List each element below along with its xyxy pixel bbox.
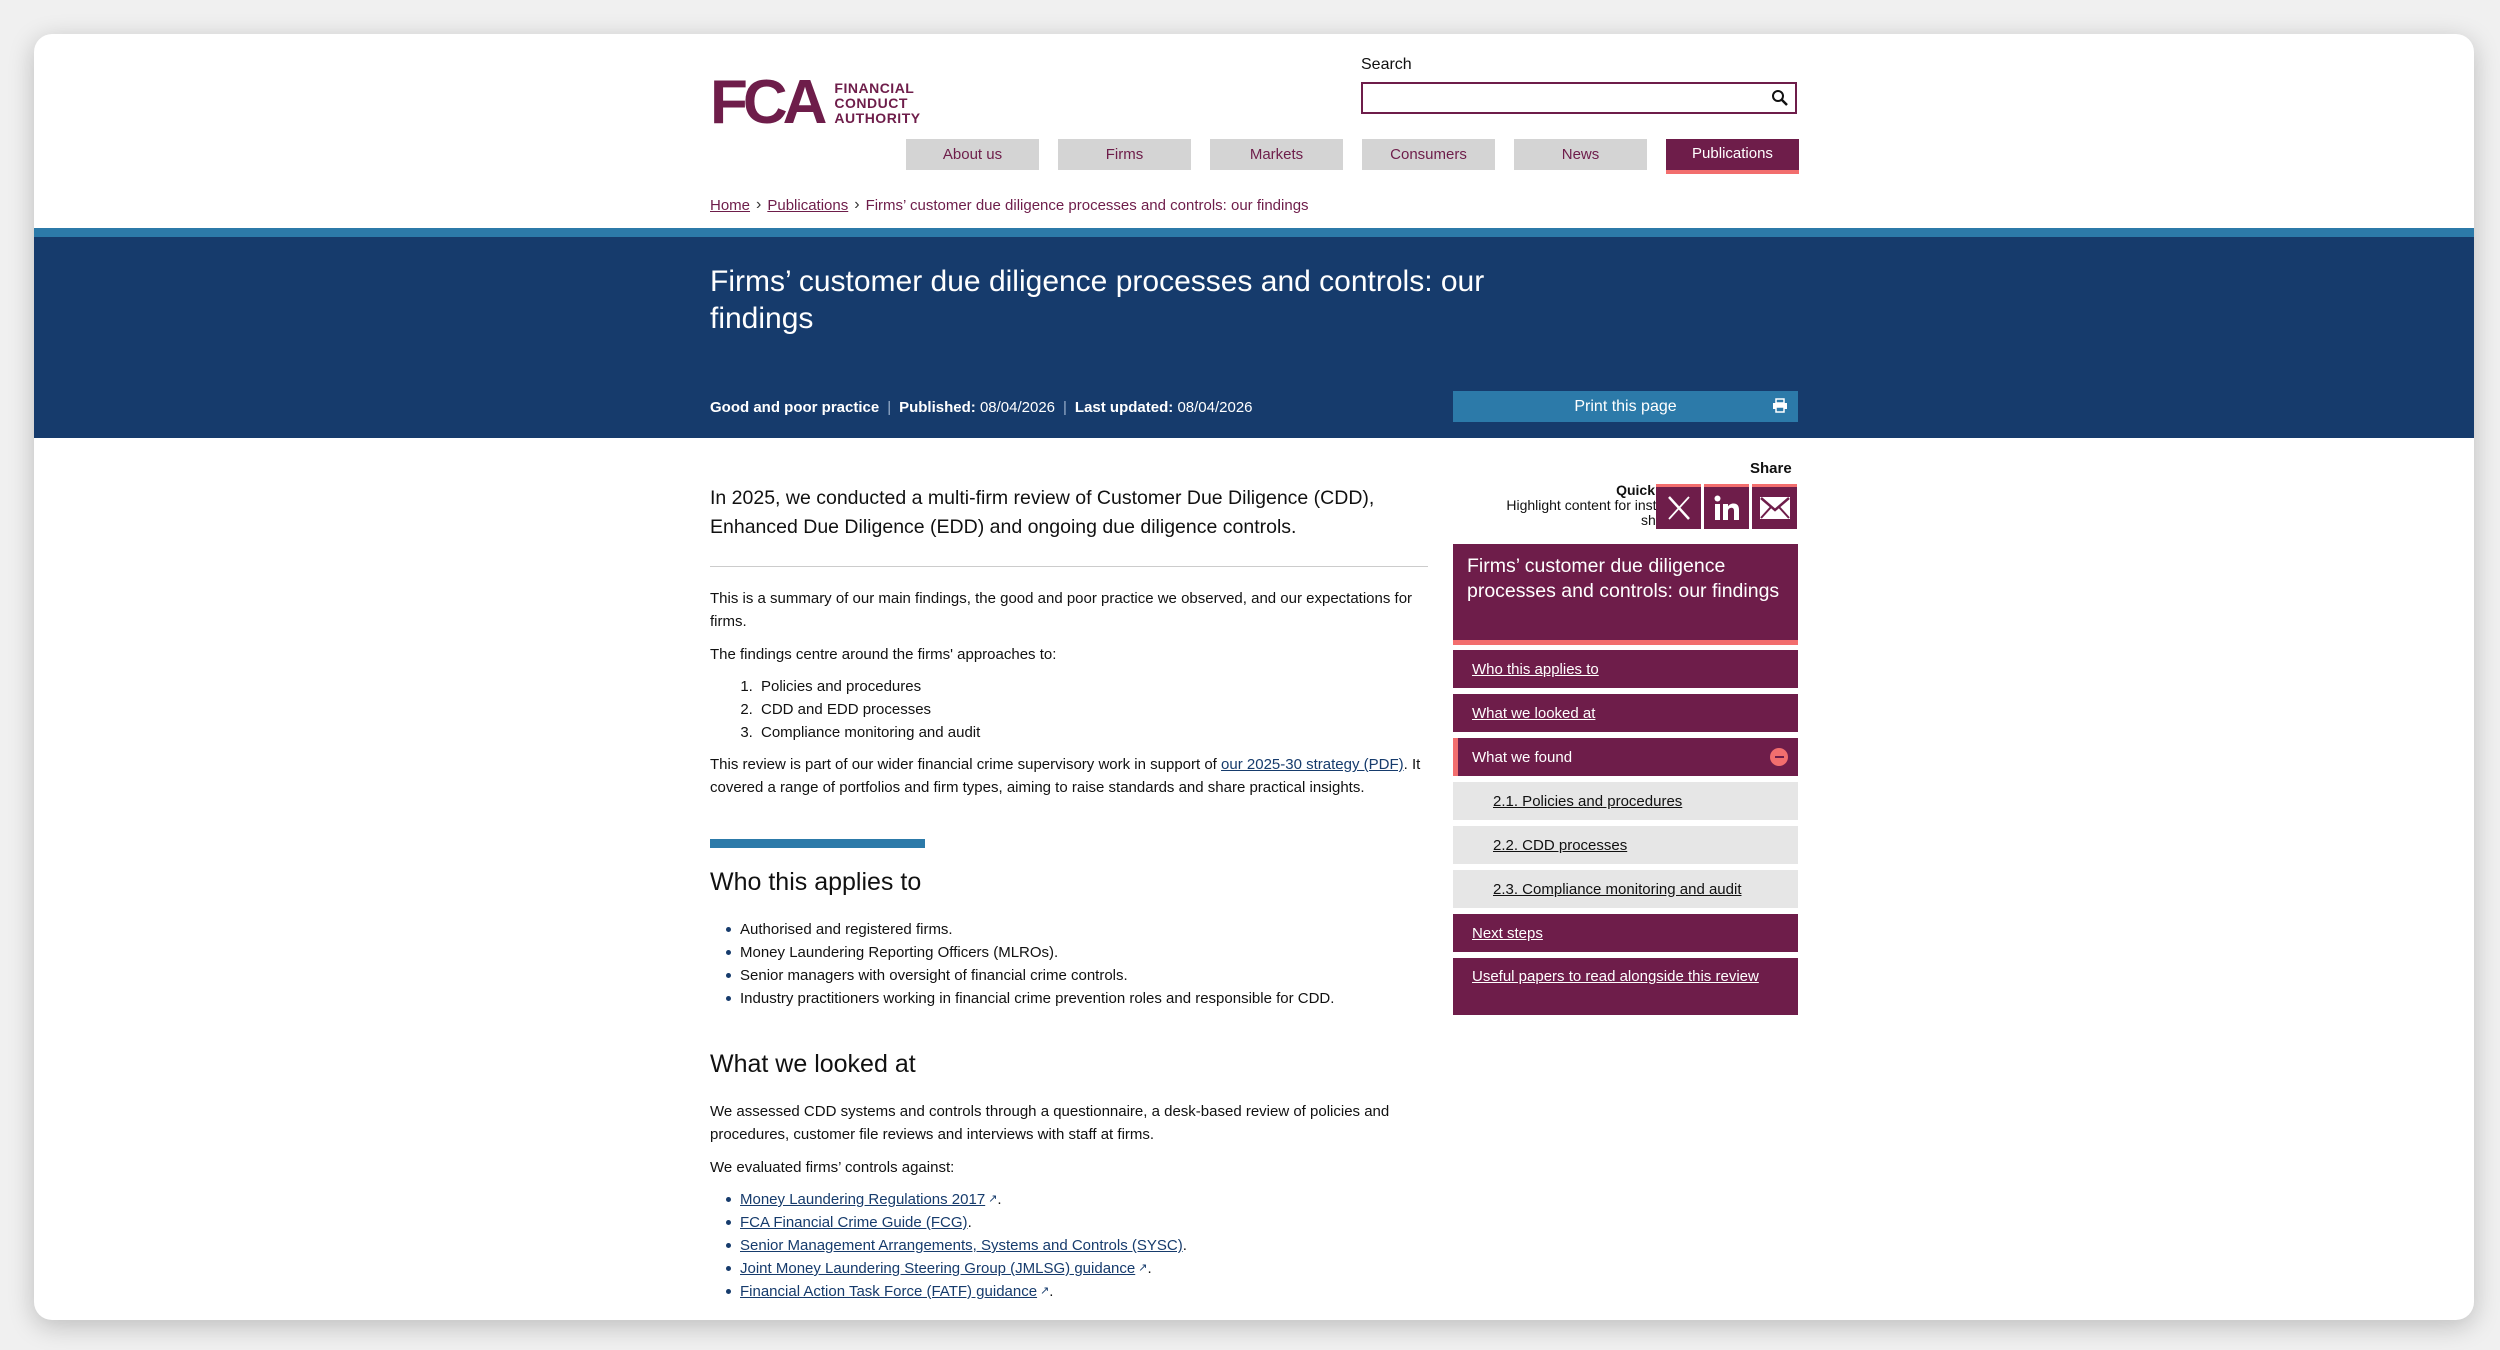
share-email-button[interactable] [1752, 484, 1797, 529]
toc-what-looked-at[interactable]: What we looked at [1453, 694, 1798, 732]
breadcrumb-current: Firms’ customer due diligence processes … [865, 196, 1309, 214]
list-item: Policies and procedures [757, 675, 1427, 698]
publication-type: Good and poor practice [710, 399, 880, 416]
toc-title: Firms’ customer due diligence processes … [1453, 544, 1798, 645]
main-nav: About us Firms Markets Consumers News Pu… [906, 139, 1799, 175]
list-item: Industry practitioners working in financ… [710, 987, 1430, 1010]
list-item: Financial Action Task Force (FATF) guida… [710, 1280, 1430, 1303]
list-item: Money Laundering Reporting Officers (MLR… [710, 941, 1430, 964]
nav-publications[interactable]: Publications [1666, 139, 1799, 174]
toc-what-found[interactable]: What we found [1453, 738, 1798, 776]
share-label: Share [1750, 460, 1792, 477]
toc-next-steps[interactable]: Next steps [1453, 914, 1798, 952]
list-item: Senior managers with oversight of financ… [710, 964, 1430, 987]
list-item: Joint Money Laundering Steering Group (J… [710, 1257, 1430, 1280]
collapse-minus-icon[interactable] [1770, 748, 1788, 766]
approaches-intro: The findings centre around the firms' ap… [710, 646, 1057, 663]
updated-date: 08/04/2026 [1177, 399, 1253, 416]
x-icon [1667, 496, 1690, 520]
share-linkedin-button[interactable] [1704, 484, 1749, 529]
publication-meta: Good and poor practice | Published: 08/0… [710, 399, 1253, 416]
divider [710, 566, 1428, 567]
logo-words: FINANCIAL CONDUCT AUTHORITY [834, 79, 921, 126]
search-field[interactable] [1361, 82, 1797, 114]
heading-who-applies: Who this applies to [710, 868, 922, 896]
updated-label: Last updated: [1074, 399, 1174, 416]
published-label: Published: [899, 399, 976, 416]
share-x-button[interactable] [1656, 484, 1701, 529]
toc-useful-papers[interactable]: Useful papers to read alongside this rev… [1453, 958, 1798, 1015]
breadcrumb-publications[interactable]: Publications [767, 197, 848, 214]
nav-markets[interactable]: Markets [1210, 139, 1343, 170]
fca-logo[interactable]: FCA FINANCIAL CONDUCT AUTHORITY [710, 68, 920, 138]
list-item: Senior Management Arrangements, Systems … [710, 1234, 1430, 1257]
email-icon [1759, 497, 1790, 519]
strategy-paragraph: This review is part of our wider financi… [710, 756, 1421, 796]
fcg-link[interactable]: FCA Financial Crime Guide (FCG) [740, 1214, 968, 1231]
nav-about-us[interactable]: About us [906, 139, 1039, 170]
browser-page: FCA FINANCIAL CONDUCT AUTHORITY Search A… [34, 34, 2474, 1320]
hero-banner: Firms’ customer due diligence processes … [34, 228, 2474, 438]
nav-news[interactable]: News [1514, 139, 1647, 170]
chevron-right-icon: › [756, 196, 762, 213]
applies-list: Authorised and registered firms. Money L… [710, 918, 1430, 1010]
quick-tip-text: Highlight content for instant share [1506, 497, 1676, 528]
logo-letters: FCA [710, 68, 827, 137]
list-item: Authorised and registered firms. [710, 918, 1430, 941]
approaches-list: Policies and procedures CDD and EDD proc… [727, 675, 1427, 744]
assessment-paragraph: We assessed CDD systems and controls thr… [710, 1103, 1390, 1143]
magnifier-icon [1772, 90, 1788, 106]
printer-icon [1773, 398, 1787, 413]
chevron-right-icon: › [854, 196, 860, 213]
print-page-button[interactable]: Print this page [1453, 391, 1798, 422]
share-buttons [1653, 484, 1797, 529]
meta-divider: | [1063, 399, 1067, 416]
print-button-label: Print this page [1574, 397, 1677, 415]
strategy-pdf-link[interactable]: our 2025-30 strategy (PDF) [1221, 756, 1404, 773]
list-item: FCA Financial Crime Guide (FCG). [710, 1211, 1430, 1234]
sysc-link[interactable]: Senior Management Arrangements, Systems … [740, 1237, 1183, 1254]
controls-intro: We evaluated firms’ controls against: [710, 1159, 955, 1176]
fatf-link[interactable]: Financial Action Task Force (FATF) guida… [740, 1283, 1037, 1300]
search-label: Search [1361, 56, 1412, 73]
toc-sub-policies[interactable]: 2.1. Policies and procedures [1453, 782, 1798, 820]
breadcrumb-home[interactable]: Home [710, 197, 750, 214]
list-item: Money Laundering Regulations 2017 ↗. [710, 1188, 1430, 1211]
section-divider-bar [710, 839, 925, 848]
quick-tip: Quick tip Highlight content for instant … [1474, 483, 1676, 528]
list-item: Compliance monitoring and audit [757, 721, 1427, 744]
search-input[interactable] [1363, 84, 1753, 112]
external-link-icon: ↗ [1040, 1285, 1050, 1297]
mlr-2017-link[interactable]: Money Laundering Regulations 2017 [740, 1191, 985, 1208]
meta-divider: | [887, 399, 892, 416]
heading-what-looked-at: What we looked at [710, 1050, 916, 1078]
search-button[interactable] [1767, 86, 1793, 110]
jmlsg-link[interactable]: Joint Money Laundering Steering Group (J… [740, 1260, 1135, 1277]
page-title: Firms’ customer due diligence processes … [710, 265, 1485, 335]
toc-who-applies[interactable]: Who this applies to [1453, 650, 1798, 688]
linkedin-icon [1714, 495, 1739, 520]
toc-sub-cdd[interactable]: 2.2. CDD processes [1453, 826, 1798, 864]
breadcrumb: Home › Publications › Firms’ customer du… [710, 196, 1309, 214]
lead-paragraph: In 2025, we conducted a multi-firm revie… [710, 487, 1375, 538]
published-date: 08/04/2026 [979, 399, 1056, 416]
nav-firms[interactable]: Firms [1058, 139, 1191, 170]
toc-sub-compliance[interactable]: 2.3. Compliance monitoring and audit [1453, 870, 1798, 908]
references-list: Money Laundering Regulations 2017 ↗. FCA … [710, 1188, 1430, 1303]
list-item: CDD and EDD processes [757, 698, 1427, 721]
summary-paragraph: This is a summary of our main findings, … [710, 590, 1413, 630]
nav-consumers[interactable]: Consumers [1362, 139, 1495, 170]
